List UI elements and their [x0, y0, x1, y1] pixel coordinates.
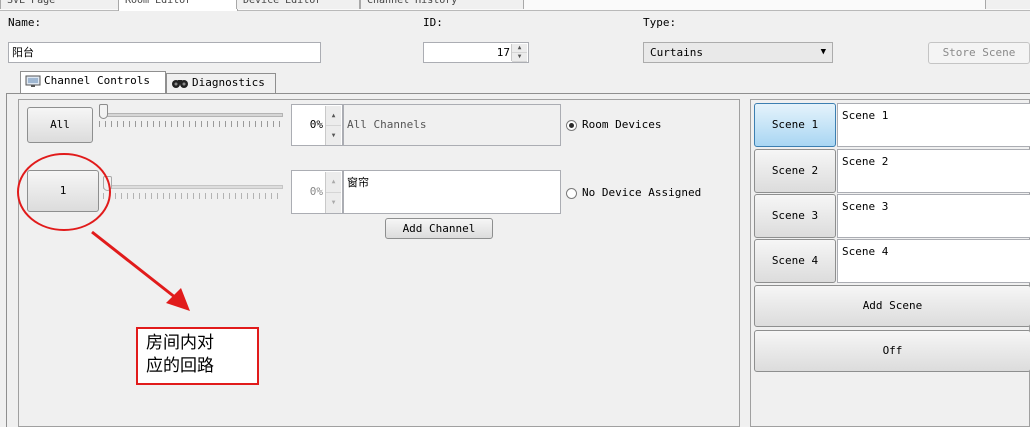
highlight-circle	[17, 153, 111, 231]
annotation-line-2: 应的回路	[146, 356, 214, 376]
annotation-callout: 房间内对 应的回路	[136, 327, 259, 385]
annotation-arrow-line	[91, 230, 177, 300]
annotation-line-1: 房间内对	[146, 333, 214, 353]
